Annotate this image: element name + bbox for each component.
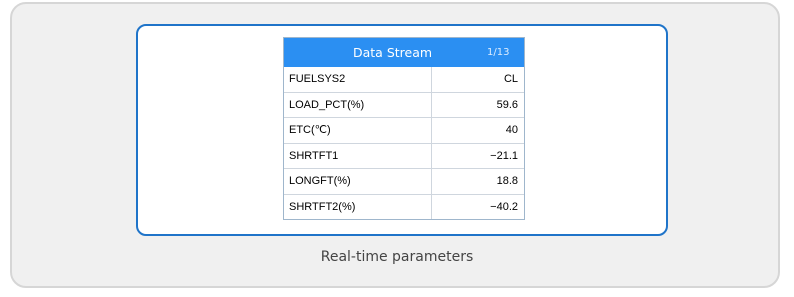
parameter-name: FUELSYS2 [289, 73, 346, 85]
image-caption: Real-time parameters [320, 249, 474, 265]
parameter-value: 40 [505, 124, 518, 136]
screen-title: Data Stream [353, 45, 433, 60]
column-divider [431, 67, 432, 219]
parameter-value: −40.2 [490, 200, 518, 213]
screen-header: Data Stream 1/13 [284, 38, 524, 67]
data-stream-table: FUELSYS2 CL LOAD_PCT(%) 59.6 ETC(℃) 40 S… [284, 67, 524, 220]
parameter-value: 18.8 [496, 175, 518, 187]
table-row[interactable]: ETC(℃) 40 [284, 118, 524, 144]
parameter-name: SHRTFT2(%) [289, 200, 356, 213]
parameter-name: SHRTFT1 [289, 149, 339, 162]
table-row[interactable]: LOAD_PCT(%) 59.6 [284, 93, 524, 118]
page-indicator: 1/13 [487, 47, 510, 58]
table-row[interactable]: SHRTFT2(%) −40.2 [284, 195, 524, 221]
parameter-name: ETC(℃) [289, 124, 331, 136]
table-row[interactable]: SHRTFT1 −21.1 [284, 144, 524, 169]
parameter-name: LOAD_PCT(%) [289, 98, 365, 111]
parameter-name: LONGFT(%) [289, 175, 351, 187]
table-row[interactable]: LONGFT(%) 18.8 [284, 169, 524, 195]
table-row[interactable]: FUELSYS2 CL [284, 67, 524, 93]
parameter-value: −21.1 [490, 149, 518, 162]
data-stream-screen: Data Stream 1/13 FUELSYS2 CL LOAD_PCT(%)… [283, 37, 525, 220]
parameter-value: 59.6 [496, 98, 518, 111]
parameter-value: CL [503, 73, 518, 85]
